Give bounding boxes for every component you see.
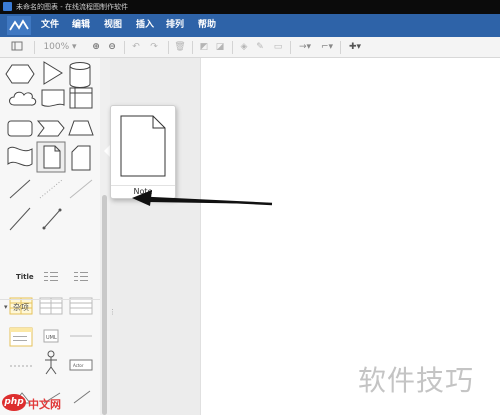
php-cn-text: 中文网 [28,398,61,411]
watermark-text: 软件技巧 [358,364,475,397]
php-logo: php [2,394,26,411]
php-cn-watermark: php 中文网 [2,394,61,415]
annotation-arrow [132,190,273,206]
